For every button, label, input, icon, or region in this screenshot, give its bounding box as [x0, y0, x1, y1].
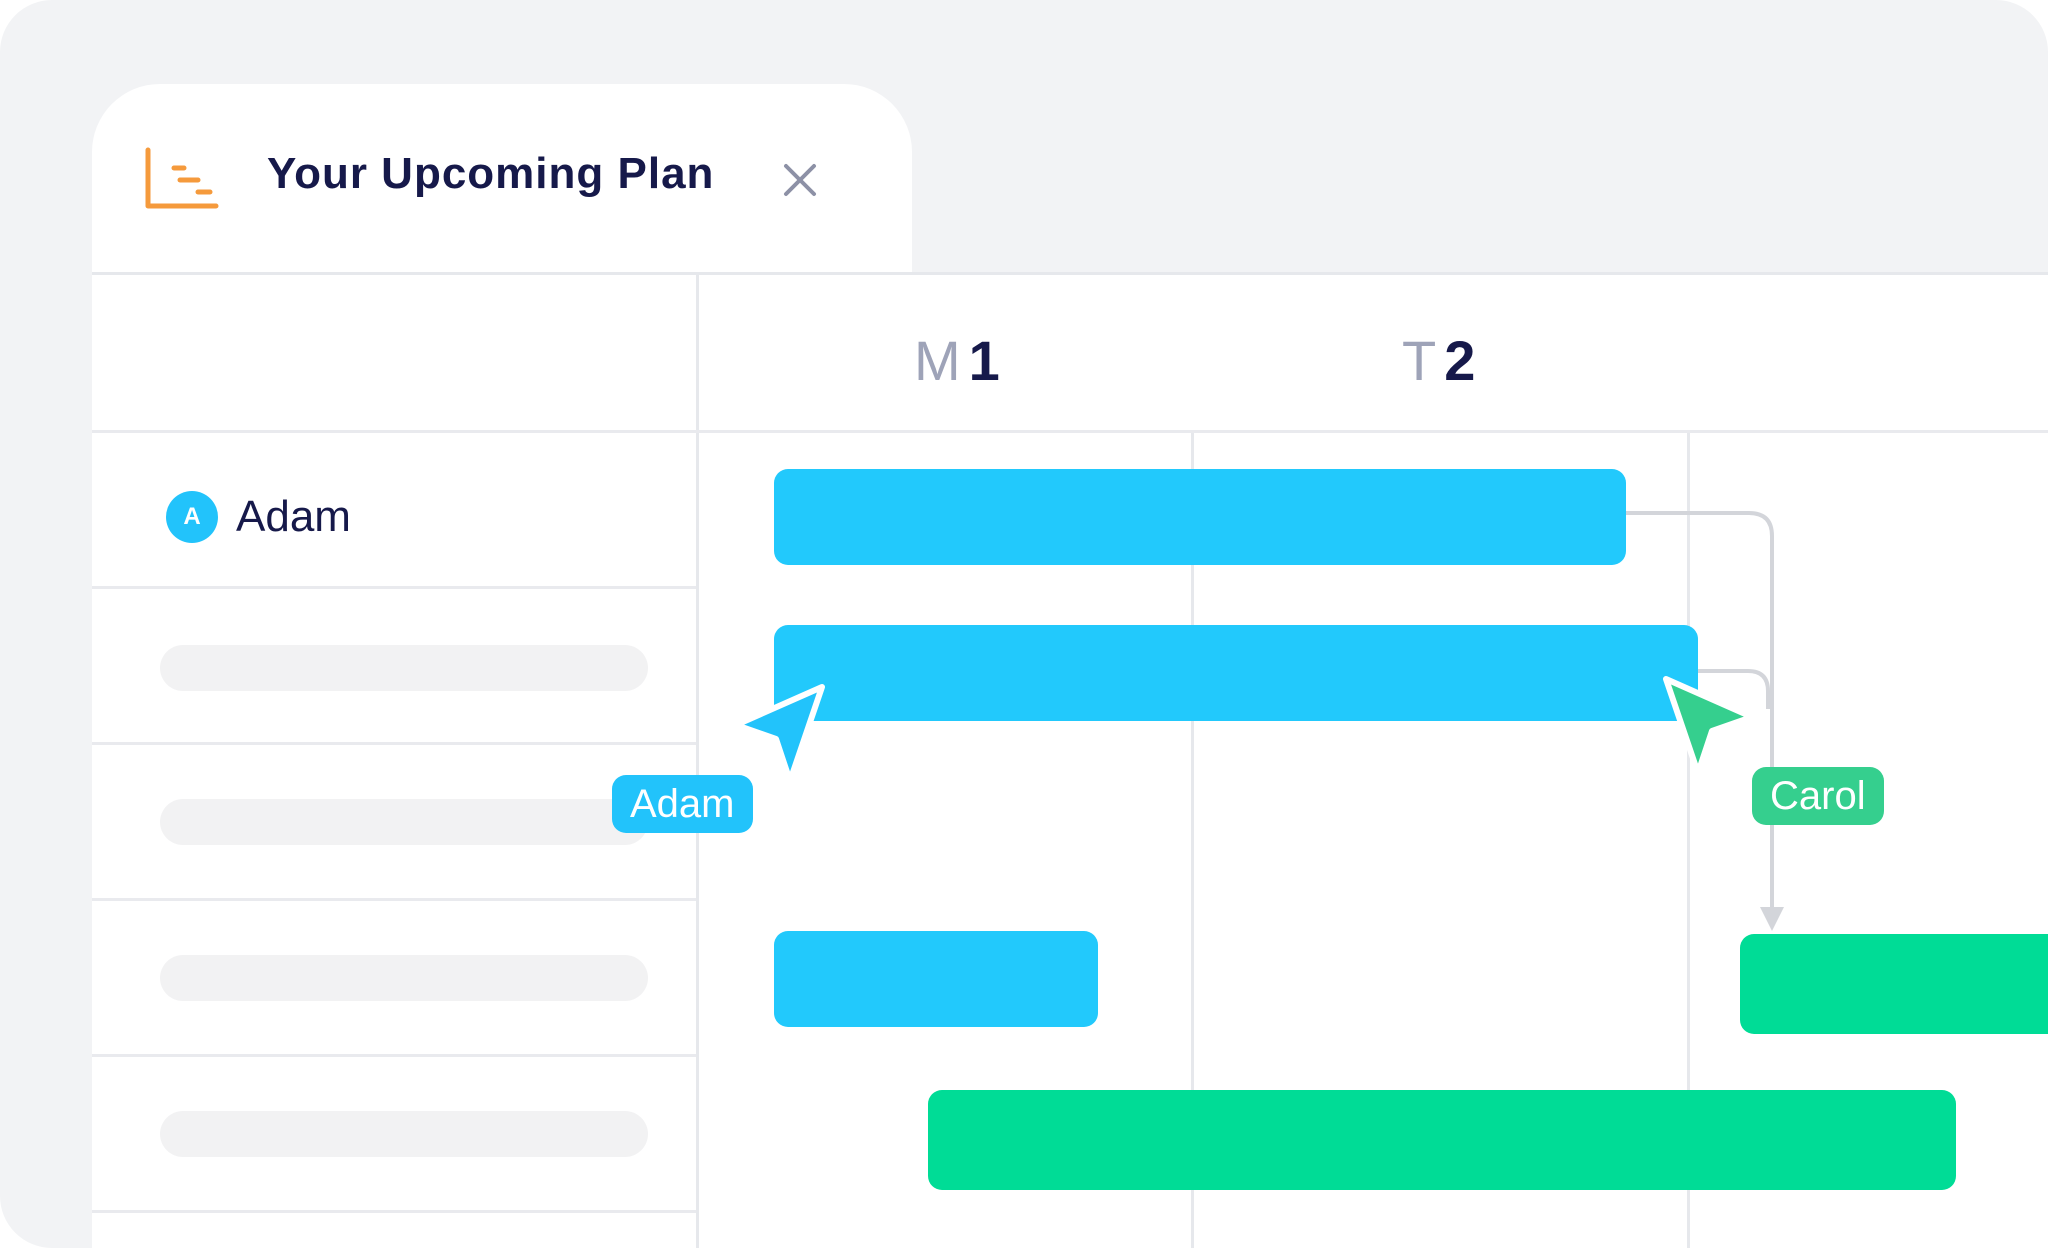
placeholder-row-label [160, 1111, 648, 1157]
collaborator-label-carol: Carol [1752, 767, 1884, 825]
day-letter: M [914, 329, 961, 392]
task-bar[interactable] [1740, 934, 2048, 1034]
day-header-monday: M1 [914, 333, 1000, 389]
task-bar[interactable] [928, 1090, 1956, 1190]
gantt-grid: M1 T2 A Adam Adam Carol [92, 272, 2048, 1248]
row-divider [92, 1054, 696, 1057]
avatar: A [166, 491, 218, 543]
placeholder-row-label [160, 799, 648, 845]
collaborator-label-adam: Adam [612, 775, 753, 833]
placeholder-row-label [160, 955, 648, 1001]
day-letter: T [1402, 329, 1437, 392]
tab-title: Your Upcoming Plan [267, 149, 715, 198]
row-divider [92, 742, 696, 745]
row-divider [92, 1210, 696, 1213]
row-divider [92, 586, 696, 589]
close-icon[interactable] [782, 162, 818, 198]
app-window: Your Upcoming Plan M1 T2 A Adam Adam Car… [0, 0, 2048, 1248]
resource-name[interactable]: Adam [236, 491, 351, 543]
plan-tab[interactable]: Your Upcoming Plan [92, 84, 912, 274]
left-column-divider [696, 275, 699, 1248]
placeholder-row-label [160, 645, 648, 691]
task-bar[interactable] [774, 625, 1698, 721]
header-row-divider [92, 430, 2048, 433]
task-bar[interactable] [774, 931, 1098, 1027]
task-bar[interactable] [774, 469, 1626, 565]
day-number: 2 [1444, 329, 1476, 392]
gantt-chart-icon [145, 147, 219, 209]
row-divider [92, 898, 696, 901]
day-number: 1 [968, 329, 1000, 392]
day-header-tuesday: T2 [1402, 333, 1475, 389]
